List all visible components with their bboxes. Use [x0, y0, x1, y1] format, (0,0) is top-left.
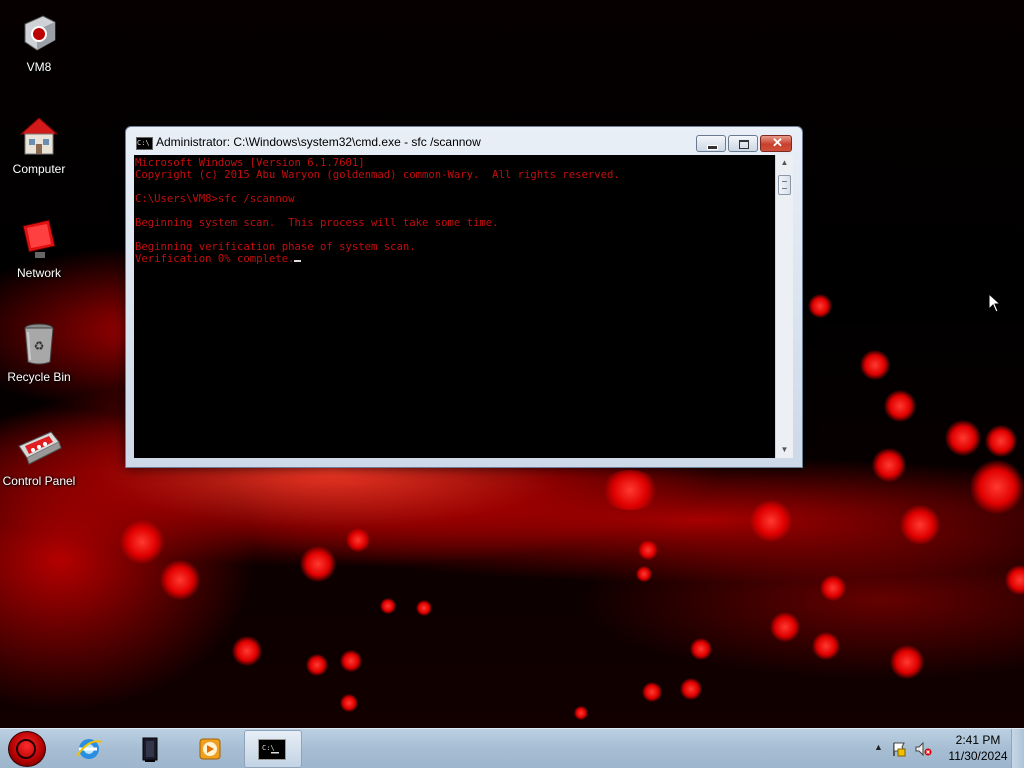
- wallpaper-glow: [808, 294, 832, 318]
- desktop-icon-computer[interactable]: Computer: [0, 112, 78, 176]
- wallpaper-glow: [860, 350, 890, 380]
- vm-icon: [15, 10, 63, 58]
- wallpaper-glow: [306, 654, 328, 676]
- desktop-icon-control-panel[interactable]: Control Panel: [0, 424, 78, 488]
- wallpaper-glow: [884, 390, 916, 422]
- wallpaper-glow: [600, 470, 660, 510]
- wallpaper-glow: [970, 460, 1024, 514]
- wallpaper-glow: [160, 560, 200, 600]
- recycle-bin-icon: ♻: [15, 320, 63, 368]
- wallpaper-glow: [574, 706, 588, 720]
- taskbar-internet-explorer[interactable]: [62, 731, 116, 767]
- wallpaper-glow: [300, 546, 336, 582]
- media-center-icon: [142, 737, 158, 762]
- wallpaper-glow: [340, 650, 362, 672]
- wallpaper-glow: [642, 682, 662, 702]
- svg-text:♻: ♻: [34, 339, 45, 353]
- wallpaper-glow: [820, 575, 846, 601]
- computer-icon: [15, 112, 63, 160]
- text-cursor: [294, 260, 302, 262]
- desktop-icon-vm8[interactable]: VM8: [0, 10, 78, 74]
- clock-date: 11/30/2024: [948, 749, 1008, 763]
- console-line: Beginning verification phase of system s…: [135, 241, 416, 253]
- svg-text:C:\: C:\: [262, 744, 275, 752]
- wallpaper-glow: [985, 425, 1017, 457]
- taskbar-clock[interactable]: 2:41 PM 11/30/2024: [946, 732, 1010, 764]
- minimize-button[interactable]: [696, 135, 726, 152]
- wallpaper-glow: [750, 500, 792, 542]
- wallpaper-glow: [638, 540, 658, 560]
- scroll-thumb[interactable]: [778, 175, 791, 195]
- show-hidden-icons-button[interactable]: ▲: [874, 742, 883, 752]
- control-panel-icon: [15, 424, 63, 472]
- desktop-icon-network[interactable]: Network: [0, 216, 78, 280]
- media-player-icon: [199, 738, 221, 760]
- taskbar-media-player[interactable]: [182, 731, 236, 767]
- wallpaper-glow: [380, 598, 396, 614]
- console-line: Copyright (c) 2015 Abu Waryon (goldenmad…: [135, 169, 620, 181]
- wallpaper-glow: [890, 645, 924, 679]
- command-prompt-window[interactable]: C:\ Administrator: C:\Windows\system32\c…: [125, 126, 803, 468]
- console-line: Microsoft Windows [Version 6.1.7601]: [135, 157, 365, 169]
- wallpaper-glow: [120, 520, 164, 564]
- vertical-scrollbar[interactable]: ▲ ▼: [775, 155, 793, 458]
- internet-explorer-icon: [76, 739, 103, 759]
- show-desktop-button[interactable]: [1011, 729, 1024, 768]
- close-icon: ✕: [772, 135, 783, 150]
- mouse-pointer-icon: [988, 293, 1002, 313]
- wallpaper-glow: [1005, 565, 1024, 595]
- wallpaper-glow: [680, 678, 702, 700]
- window-titlebar[interactable]: C:\ Administrator: C:\Windows\system32\c…: [126, 127, 802, 155]
- wallpaper-glow: [945, 420, 981, 456]
- window-title: Administrator: C:\Windows\system32\cmd.e…: [156, 135, 481, 149]
- desktop-icon-label: VM8: [26, 60, 52, 74]
- command-prompt-icon: C:\: [258, 739, 286, 760]
- system-tray: ▲ 2:41 PM 11/30/2024: [864, 729, 1024, 768]
- wallpaper-glow: [900, 505, 940, 545]
- desktop-icon-label: Recycle Bin: [7, 370, 71, 384]
- desktop-icon-label: Network: [16, 266, 61, 280]
- desktop-icon-recycle-bin[interactable]: ♻ Recycle Bin: [0, 320, 78, 384]
- start-button[interactable]: [8, 731, 46, 767]
- console-text: Microsoft Windows [Version 6.1.7601] Cop…: [135, 157, 775, 265]
- console-line: Beginning system scan. This process will…: [135, 217, 499, 229]
- wallpaper-glow: [340, 694, 358, 712]
- wallpaper-glow: [690, 638, 712, 660]
- scroll-down-arrow-icon[interactable]: ▼: [776, 442, 793, 458]
- minimize-icon: [707, 145, 718, 150]
- taskbar: C:\ ▲ 2:41 PM 11/30/2024: [0, 728, 1024, 768]
- wallpaper-glow: [872, 448, 906, 482]
- scroll-up-arrow-icon[interactable]: ▲: [776, 155, 793, 171]
- volume-muted-icon[interactable]: [914, 741, 932, 757]
- wallpaper-glow: [636, 566, 652, 582]
- wallpaper-glow: [346, 528, 370, 552]
- console-icon: C:\: [136, 137, 153, 150]
- wallpaper-glow: [770, 612, 800, 642]
- clock-time: 2:41 PM: [955, 733, 1001, 747]
- close-button[interactable]: ✕: [760, 135, 792, 152]
- action-center-flag-icon[interactable]: [891, 741, 907, 757]
- console-line: Verification 0% complete.: [135, 253, 295, 265]
- wallpaper-glow: [416, 600, 432, 616]
- console-output[interactable]: Microsoft Windows [Version 6.1.7601] Cop…: [134, 155, 775, 458]
- wallpaper-glow: [232, 636, 262, 666]
- taskbar-command-prompt[interactable]: C:\: [244, 730, 302, 768]
- network-icon: [15, 216, 63, 264]
- desktop-icon-label: Control Panel: [2, 474, 76, 488]
- maximize-icon: [739, 140, 749, 149]
- taskbar-media-center[interactable]: [122, 731, 176, 767]
- desktop-icon-label: Computer: [12, 162, 66, 176]
- wallpaper-glow: [812, 632, 840, 660]
- maximize-button[interactable]: [728, 135, 758, 152]
- console-line: C:\Users\VM8>sfc /scannow: [135, 193, 295, 205]
